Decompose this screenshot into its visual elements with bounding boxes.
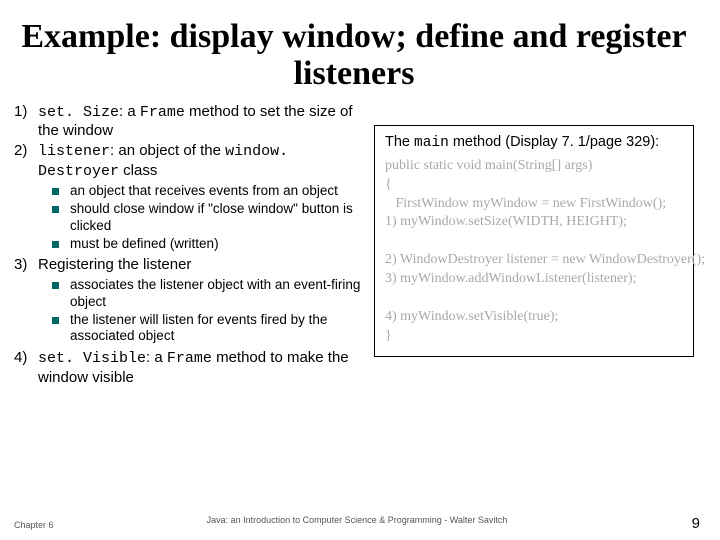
code-box: The main method (Display 7. 1/page 329):… <box>374 125 694 357</box>
code-heading-pre: The <box>385 134 414 150</box>
code-heading: The main method (Display 7. 1/page 329): <box>385 134 683 151</box>
item-2-sublist: an object that receives events from an o… <box>52 183 374 253</box>
item-2-body: listener: an object of the window. Destr… <box>38 142 358 181</box>
code-heading-post: method (Display 7. 1/page 329): <box>449 134 659 150</box>
item-2-txt-a: : an object of the <box>110 142 225 159</box>
item-4-num: 4) <box>14 349 38 367</box>
item-2-code-a: listener <box>38 143 110 160</box>
item-3-body: Registering the listener <box>38 256 358 274</box>
item-2-num: 2) <box>14 142 38 160</box>
footer: Chapter 6 Java: an Introduction to Compu… <box>14 515 700 532</box>
item-1-body: set. Size: a Frame method to set the siz… <box>38 103 358 141</box>
content-columns: 1)set. Size: a Frame method to set the s… <box>14 103 694 389</box>
item-2-sub-c: must be defined (written) <box>52 236 374 253</box>
right-column: The main method (Display 7. 1/page 329):… <box>374 103 694 389</box>
left-column: 1)set. Size: a Frame method to set the s… <box>14 103 374 389</box>
item-2-txt-b: class <box>119 162 157 179</box>
item-1-txt-a: : a <box>119 103 140 120</box>
item-3-sublist: associates the listener object with an e… <box>52 277 374 346</box>
item-1: 1)set. Size: a Frame method to set the s… <box>14 103 374 141</box>
footer-center: Java: an Introduction to Computer Scienc… <box>14 515 700 525</box>
item-4-code-b: Frame <box>167 350 212 367</box>
item-3: 3)Registering the listener associates th… <box>14 256 374 345</box>
item-4-body: set. Visible: a Frame method to make the… <box>38 349 358 387</box>
item-4-txt-a: : a <box>146 349 167 366</box>
item-1-code-b: Frame <box>140 104 185 121</box>
main-list: 1)set. Size: a Frame method to set the s… <box>14 103 374 387</box>
item-2-sub-b: should close window if "close window" bu… <box>52 201 374 235</box>
item-3-sub-a: associates the listener object with an e… <box>52 277 374 311</box>
item-2: 2)listener: an object of the window. Des… <box>14 142 374 252</box>
slide: Example: display window; define and regi… <box>0 0 720 540</box>
code-heading-mono: main <box>414 135 449 151</box>
code-block: public static void main(String[] args) {… <box>385 157 683 346</box>
item-3-num: 3) <box>14 256 38 274</box>
item-1-num: 1) <box>14 103 38 121</box>
item-1-code-a: set. Size <box>38 104 119 121</box>
item-4-code-a: set. Visible <box>38 350 146 367</box>
item-2-sub-a: an object that receives events from an o… <box>52 183 374 200</box>
item-3-sub-b: the listener will listen for events fire… <box>52 312 374 346</box>
slide-title: Example: display window; define and regi… <box>14 18 694 93</box>
item-4: 4)set. Visible: a Frame method to make t… <box>14 349 374 387</box>
